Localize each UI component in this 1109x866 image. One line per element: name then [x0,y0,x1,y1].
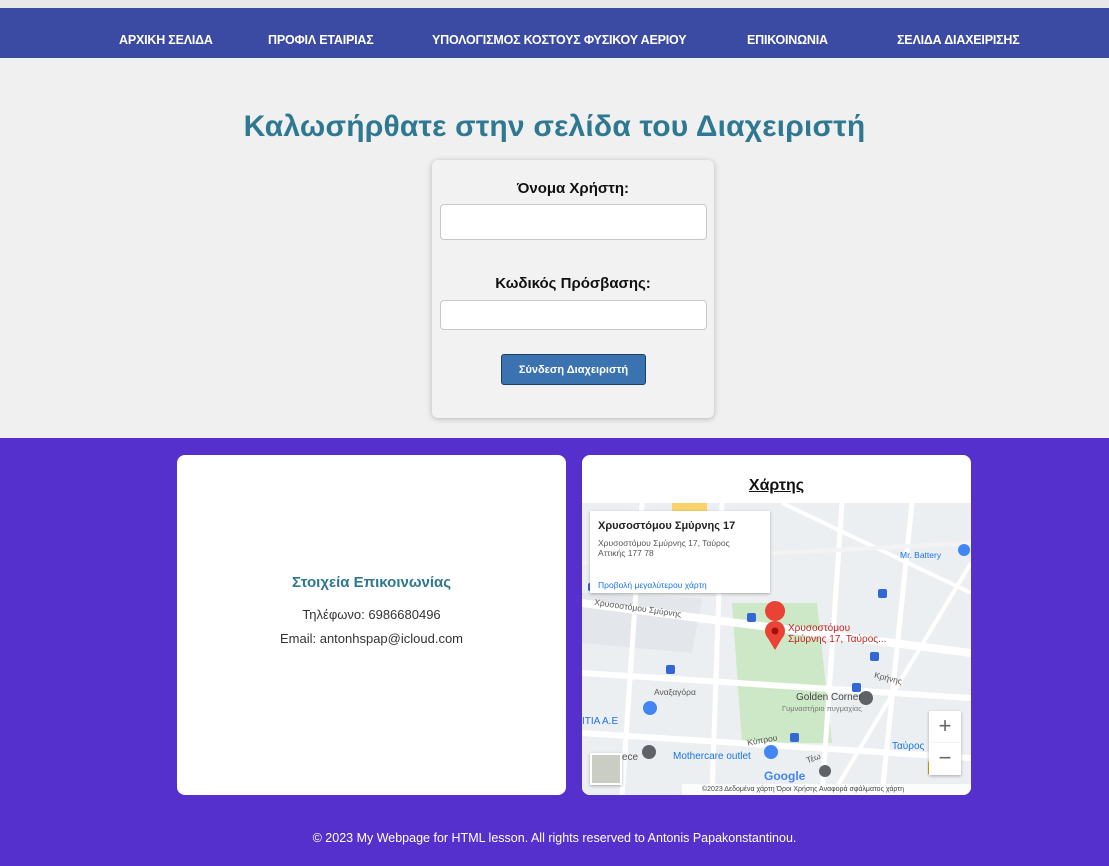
nav-admin-page[interactable]: ΣΕΛΙΔΑ ΔΙΑΧΕΙΡΙΣΗΣ [897,33,1020,47]
bus-stop-icon [878,589,887,598]
map-card: Χάρτης Χρυσοστόμου Σμύρνης 17 Χρυσοστόμο… [582,455,971,795]
password-input[interactable] [440,300,707,330]
page-title: Καλωσήρθατε στην σελίδα του Διαχειριστή [243,110,866,143]
contact-title: Στοιχεία Επικοινωνίας [291,574,452,591]
place-label: ΙΤΙΑ Α.Ε [582,716,619,727]
username-input[interactable] [440,204,707,240]
view-larger-map-link[interactable]: Προβολή μεγαλύτερου χάρτη [598,580,707,590]
street-label: Αναξαγόρα [654,687,696,697]
map-info-title: Χρυσοστόμου Σμύρνης 17 [598,520,736,532]
map-info-address: Χρυσοστόμου Σμύρνης 17, Ταύρος Αττικής 1… [598,538,730,558]
zoom-out-button[interactable]: − [929,743,961,775]
embedded-map[interactable]: Χρυσοστόμου Σμύρνης 17 Χρυσοστόμου Σμύρν… [582,503,971,795]
admin-login-form: Όνομα Χρήστη: Κωδικός Πρόσβασης: Σύνδεση… [432,160,714,418]
nav-contact[interactable]: ΕΠΙΚΟΙΝΩΝΙΑ [747,33,828,47]
contact-email: Email: antonhspap@icloud.com [279,631,463,646]
store-marker-icon [764,745,778,759]
place-label: Mothercare outlet [673,751,751,762]
nav-home[interactable]: ΑΡΧΙΚΗ ΣΕΛΙΔΑ [119,33,213,47]
pin-label: Χρυσοστόμου Σμύρνης 17, Ταύρος... [788,623,887,645]
footer-section: Στοιχεία Επικοινωνίας Τηλέφωνο: 69866804… [0,438,1109,866]
place-label: Mr. Battery [900,550,942,560]
password-label: Κωδικός Πρόσβασης: [495,275,651,292]
username-label: Όνομα Χρήστη: [516,180,629,197]
contact-phone: Τηλέφωνο: 6986680496 [302,607,441,622]
bus-stop-icon [852,683,861,692]
map-title: Χάρτης [748,477,805,494]
admin-login-button[interactable]: Σύνδεση Διαχειριστή [501,354,646,385]
map-layer-toggle[interactable] [590,753,622,785]
bus-stop-icon [666,665,675,674]
map-attribution[interactable]: ©2023 Δεδομένα χάρτη Όροι Χρήσης Αναφορά… [682,784,971,795]
place-marker-icon [642,745,656,759]
copyright-text: © 2023 My Webpage for HTML lesson. All r… [312,831,797,845]
contact-card: Στοιχεία Επικοινωνίας Τηλέφωνο: 69866804… [177,455,566,795]
bus-stop-icon [790,733,799,742]
place-label: ece [622,752,639,763]
top-navbar: ΑΡΧΙΚΗ ΣΕΛΙΔΑ ΠΡΟΦΙΛ ΕΤΑΙΡΙΑΣ ΥΠΟΛΟΓΙΣΜΟ… [0,0,1109,58]
google-logo: Google [764,769,806,783]
map-info-window: Χρυσοστόμου Σμύρνης 17 Χρυσοστόμου Σμύρν… [590,511,770,593]
place-label: Ταύρος [892,741,925,752]
bus-stop-icon [870,652,879,661]
poi-marker-icon [819,765,831,777]
place-label: Golden Corner [796,692,862,703]
shop-marker-icon [958,544,970,556]
business-marker-icon [643,701,657,715]
nav-gas-cost-calculator[interactable]: ΥΠΟΛΟΓΙΣΜΟΣ ΚΟΣΤΟΥΣ ΦΥΣΙΚΟΥ ΑΕΡΙΟΥ [432,33,687,47]
bus-stop-icon [747,613,756,622]
place-label: Γυμναστήριο πυγμαχίας [782,704,862,713]
nav-company-profile[interactable]: ΠΡΟΦΙΛ ΕΤΑΙΡΙΑΣ [268,33,374,47]
zoom-in-button[interactable]: + [929,711,961,743]
